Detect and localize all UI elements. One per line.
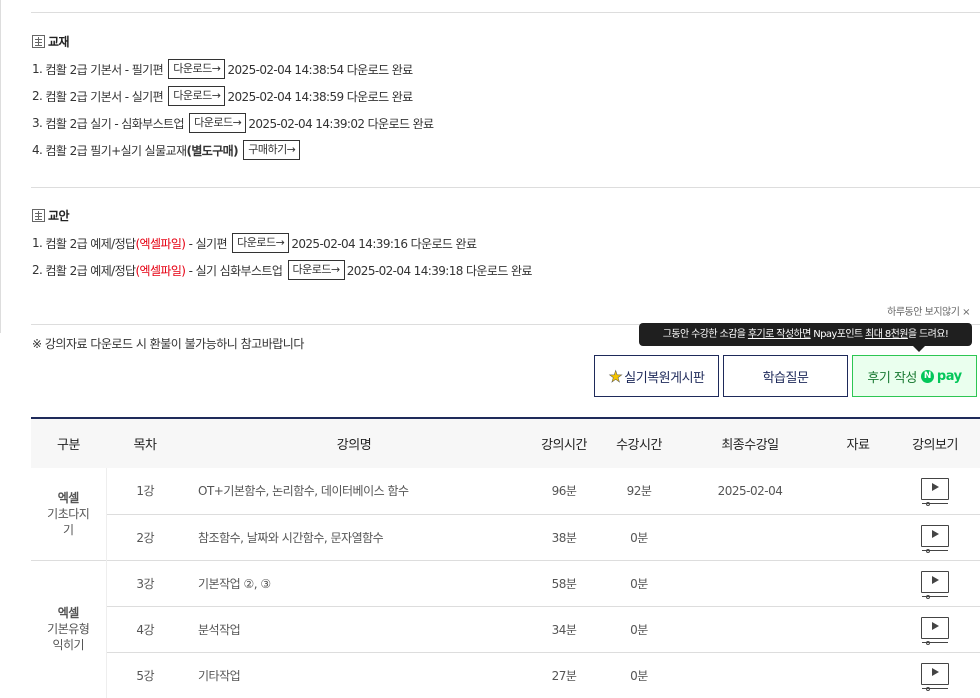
col-chapter: 목차	[133, 438, 157, 453]
lecture-title: OT+기본함수, 논리함수, 데이터베이스 함수	[198, 484, 409, 499]
material-cell	[826, 514, 890, 560]
material-cell	[826, 606, 890, 652]
download-status: 2025-02-04 14:38:54 다운로드 완료	[227, 62, 413, 77]
last-watched	[674, 514, 826, 560]
play-video-icon[interactable]	[921, 616, 949, 645]
category-cell: 엑셀 기본유형 익히기	[31, 560, 107, 698]
col-watch: 강의보기	[912, 438, 958, 453]
lecture-time: 58분	[551, 576, 577, 591]
study-question-button[interactable]: 학습질문	[723, 355, 848, 397]
lecture-time: 27분	[551, 668, 577, 683]
lecture-title: 기타작업	[198, 668, 241, 683]
watched-time: 92분	[626, 484, 652, 499]
divider	[31, 187, 980, 188]
star-icon: ★	[608, 366, 623, 386]
chapter-cell: 2강	[136, 530, 155, 545]
chapter-cell: 3강	[136, 576, 155, 591]
col-category: 구분	[57, 438, 80, 453]
review-tooltip: 그동안 수강한 소감을 후기로 작성하면 Npay포인트 최대 8천원을 드려요…	[639, 323, 972, 352]
write-review-button[interactable]: 후기 작성 Npay	[852, 355, 977, 397]
refund-notice: ※ 강의자료 다운로드 시 환불이 불가능하니 참고바랍니다	[32, 337, 304, 351]
play-video-icon[interactable]	[921, 524, 949, 553]
watch-cell	[890, 468, 980, 514]
lecture-title: 참조함수, 날짜와 시간함수, 문자열함수	[198, 530, 384, 545]
download-status: 2025-02-04 14:39:18 다운로드 완료	[346, 263, 533, 278]
download-status: 2025-02-04 14:39:02 다운로드 완료	[248, 116, 434, 131]
lecture-time: 96분	[551, 484, 577, 499]
purchase-button[interactable]: 구매하기→	[243, 140, 301, 160]
lecture-time: 38분	[551, 530, 577, 545]
watched-time: 0분	[630, 668, 648, 683]
table-row: 5강 기타작업 27분 0분	[31, 652, 980, 698]
download-button[interactable]: 다운로드→	[168, 59, 226, 79]
lessonplan-section-title: 교안	[32, 207, 70, 224]
book-icon	[32, 35, 45, 48]
watched-time: 0분	[630, 530, 648, 545]
npay-logo: Npay	[920, 369, 962, 384]
table-row: 엑셀 기초다지 기 1강 OT+기본함수, 논리함수, 데이터베이스 함수 96…	[31, 468, 980, 560]
chapter-cell: 5강	[136, 668, 155, 683]
play-video-icon[interactable]	[921, 570, 949, 599]
lecture-title: 분석작업	[198, 622, 241, 637]
watch-cell	[890, 606, 980, 652]
table-row: 4강 분석작업 34분 0분	[31, 606, 980, 652]
textbook-item: 1. 컴활 2급 기본서 - 필기편 다운로드→ 2025-02-04 14:3…	[32, 59, 413, 79]
left-border	[0, 0, 1, 333]
textbook-item: 4. 컴활 2급 필기+실기 실물교재 (별도구매) 구매하기→	[32, 140, 302, 160]
last-watched: 2025-02-04	[717, 483, 783, 498]
last-watched	[674, 606, 826, 652]
watch-cell	[890, 560, 980, 606]
play-video-icon[interactable]	[921, 478, 949, 507]
chapter-cell: 4강	[136, 622, 155, 637]
last-watched	[674, 560, 826, 606]
download-button[interactable]: 다운로드→	[232, 233, 290, 253]
last-watched	[674, 652, 826, 698]
table-header: 구분 목차 강의명 강의시간 수강시간 최종수강일 자료 강의보기	[31, 418, 980, 468]
textbook-item: 2. 컴활 2급 기본서 - 실기편 다운로드→ 2025-02-04 14:3…	[32, 86, 413, 106]
close-for-today-link[interactable]: 하루동안 보지않기 ×	[887, 303, 970, 318]
material-cell	[826, 560, 890, 606]
book-icon	[32, 209, 45, 222]
divider	[31, 12, 980, 13]
textbook-section-title: 교재	[32, 33, 70, 50]
lecture-title: 기본작업 ②, ③	[198, 576, 271, 591]
watch-cell	[890, 652, 980, 698]
col-watched-time: 수강시간	[616, 438, 662, 453]
watched-time: 0분	[630, 576, 648, 591]
npay-n-icon: N	[920, 369, 934, 383]
col-last-watched: 최종수강일	[721, 438, 779, 453]
material-cell	[826, 652, 890, 698]
practical-restore-board-button[interactable]: ★ 실기복원게시판	[594, 355, 719, 397]
watch-cell	[890, 514, 980, 560]
lecture-table: 구분 목차 강의명 강의시간 수강시간 최종수강일 자료 강의보기 엑셀 기초다…	[31, 417, 980, 698]
material-cell	[826, 468, 890, 514]
col-lecture-name: 강의명	[336, 438, 372, 453]
chapter-cell: 1강	[136, 484, 155, 499]
play-video-icon[interactable]	[921, 662, 949, 691]
textbook-item: 3. 컴활 2급 실기 - 심화부스트업 다운로드→ 2025-02-04 14…	[32, 113, 434, 133]
download-button[interactable]: 다운로드→	[287, 260, 345, 280]
col-lecture-time: 강의시간	[541, 438, 587, 453]
col-material: 자료	[846, 438, 870, 453]
download-button[interactable]: 다운로드→	[168, 86, 226, 106]
download-status: 2025-02-04 14:39:16 다운로드 완료	[291, 236, 477, 251]
table-row: 엑셀 기본유형 익히기 3강 기본작업 ②, ③ 58분 0분	[31, 560, 980, 698]
download-button[interactable]: 다운로드→	[189, 113, 247, 133]
lessonplan-item: 1. 컴활 2급 예제/정답 (엑셀파일) - 실기편 다운로드→ 2025-02…	[32, 233, 477, 253]
lecture-time: 34분	[551, 622, 577, 637]
download-status: 2025-02-04 14:38:59 다운로드 완료	[227, 89, 413, 104]
category-cell: 엑셀 기초다지 기	[31, 468, 107, 560]
watched-time: 0분	[630, 622, 648, 637]
lessonplan-item: 2. 컴활 2급 예제/정답 (엑셀파일) - 실기 심화부스트업 다운로드→ 2…	[32, 260, 532, 280]
table-row: 2강 참조함수, 날짜와 시간함수, 문자열함수 38분 0분	[31, 514, 980, 560]
